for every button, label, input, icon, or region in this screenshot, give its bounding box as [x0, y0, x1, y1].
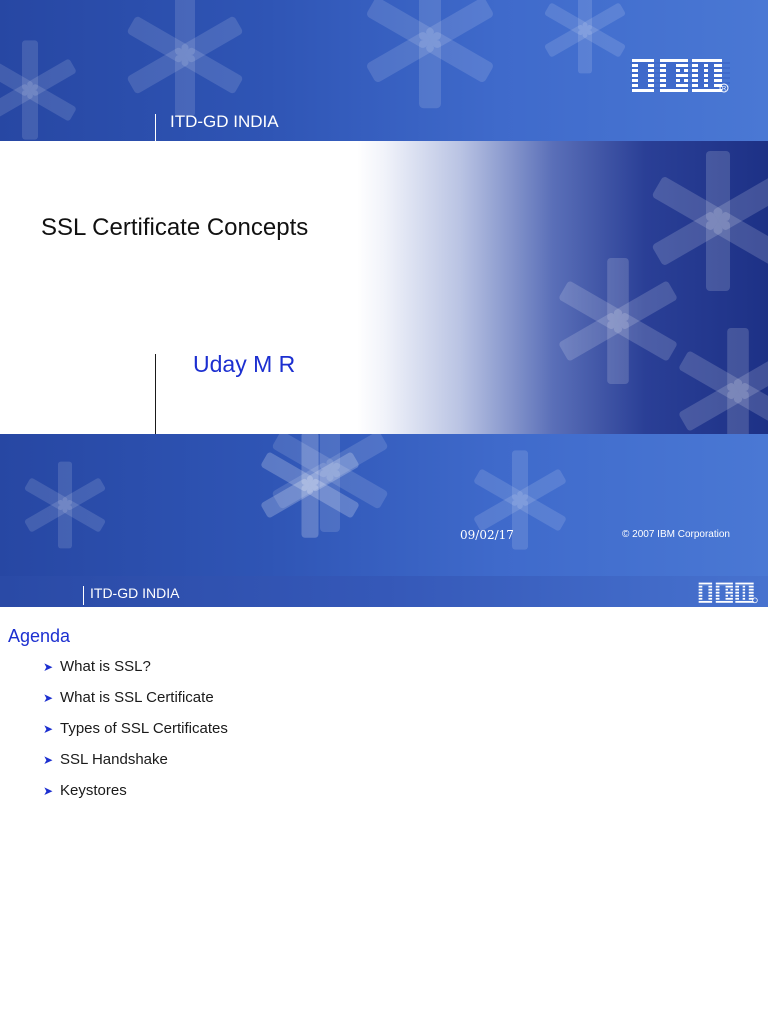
header-divider — [83, 586, 84, 605]
agenda-item-label: What is SSL? — [60, 658, 151, 675]
author-divider — [155, 354, 156, 434]
footer-date: 09/02/17 — [460, 528, 514, 542]
list-item: ➤ Keystores — [43, 782, 228, 813]
arrow-bullet-icon: ➤ — [43, 784, 54, 798]
agenda-title: Agenda — [8, 626, 71, 646]
agenda-item-label: What is SSL Certificate — [60, 689, 214, 706]
arrow-bullet-icon: ➤ — [43, 660, 54, 674]
header-unit-label: ITD-GD INDIA — [90, 585, 180, 601]
list-item: ➤ What is SSL Certificate — [43, 689, 228, 720]
agenda-header-band: ITD-GD INDIA — [0, 576, 768, 607]
footer-copyright: © 2007 IBM Corporation — [622, 529, 730, 540]
agenda-item-label: Keystores — [60, 782, 127, 799]
header-divider — [155, 114, 156, 141]
arrow-bullet-icon: ➤ — [43, 691, 54, 705]
asterisk-decoration-icon — [558, 151, 768, 434]
ibm-logo-icon — [697, 582, 759, 604]
agenda-slide: ITD-GD INDIA Agenda ➤ What is SSL? ➤ Wha… — [0, 576, 768, 1024]
agenda-item-label: SSL Handshake — [60, 751, 168, 768]
ibm-logo-icon: R — [630, 59, 730, 93]
list-item: ➤ SSL Handshake — [43, 751, 228, 782]
agenda-list: ➤ What is SSL? ➤ What is SSL Certificate… — [43, 658, 228, 813]
title-content-band — [0, 141, 768, 434]
arrow-bullet-icon: ➤ — [43, 753, 54, 767]
list-item: ➤ What is SSL? — [43, 658, 228, 689]
title-slide: ITD-GD INDIA R SSL Certificate Concepts … — [0, 0, 768, 576]
arrow-bullet-icon: ➤ — [43, 722, 54, 736]
svg-text:R: R — [722, 87, 727, 93]
list-item: ➤ Types of SSL Certificates — [43, 720, 228, 751]
author-name: Uday M R — [193, 351, 296, 377]
agenda-item-label: Types of SSL Certificates — [60, 720, 228, 737]
slide-title: SSL Certificate Concepts — [41, 214, 309, 241]
header-unit-label: ITD-GD INDIA — [170, 112, 279, 131]
